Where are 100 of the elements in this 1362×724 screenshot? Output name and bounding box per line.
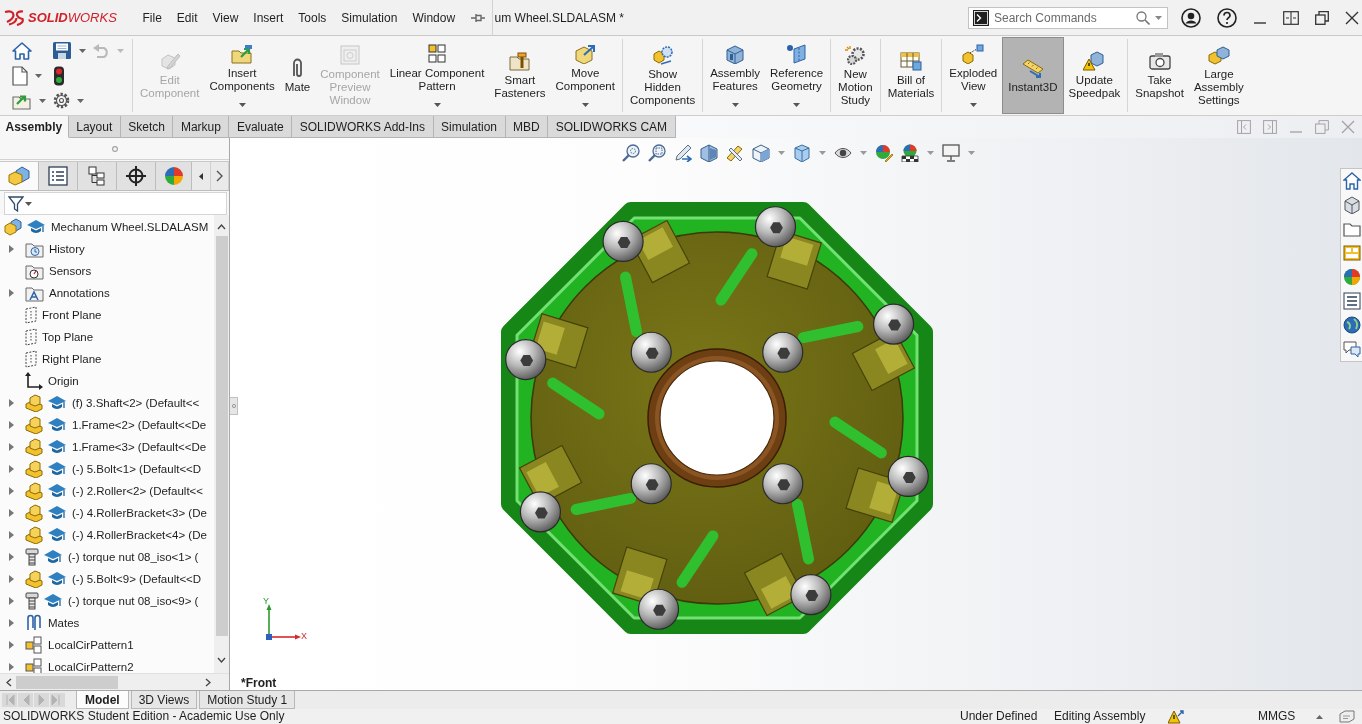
expand-arrow-icon[interactable]: [9, 575, 14, 583]
search-box[interactable]: Search Commands: [968, 6, 1168, 29]
traffic-light-icon[interactable]: [53, 65, 65, 86]
tree-item[interactable]: Right Plane: [42, 353, 102, 365]
command-tab[interactable]: MBD: [505, 116, 549, 138]
caret-down-icon[interactable]: [35, 73, 42, 78]
command-button[interactable]: Smart Fasteners: [489, 37, 551, 114]
list-icon[interactable]: [1342, 292, 1361, 310]
settings-icon[interactable]: [53, 92, 70, 109]
command-button[interactable]: Update Speedpak: [1063, 37, 1126, 114]
scroll-left-button[interactable]: [192, 162, 211, 190]
search-input[interactable]: Search Commands: [994, 8, 1131, 27]
tree-item[interactable]: History: [49, 243, 85, 255]
vertical-scrollbar[interactable]: [214, 215, 229, 673]
tree-item[interactable]: (-) 4.RollerBracket<3> (De: [72, 507, 207, 519]
splitter-handle[interactable]: [230, 397, 238, 415]
caret-down-icon[interactable]: [1155, 15, 1162, 20]
units-text[interactable]: MMGS: [1258, 709, 1296, 724]
tree-item[interactable]: Top Plane: [42, 331, 94, 343]
tree-item[interactable]: LocalCirPattern2: [48, 661, 134, 673]
expand-arrow-icon[interactable]: [9, 443, 14, 451]
expand-arrow-icon[interactable]: [9, 487, 14, 495]
command-tab[interactable]: Layout: [68, 116, 121, 138]
tree-item[interactable]: (-) 5.Bolt<1> (Default<<D: [72, 463, 202, 475]
home-icon[interactable]: [12, 41, 32, 60]
section-cube-icon[interactable]: [699, 144, 718, 162]
new-document-icon[interactable]: [12, 65, 28, 86]
expand-arrow-icon[interactable]: [9, 465, 14, 473]
pencil-arrow-icon[interactable]: [673, 144, 692, 162]
menu-item[interactable]: Simulation: [333, 10, 405, 25]
expand-arrow-icon[interactable]: [9, 421, 14, 429]
tile-icon[interactable]: [1283, 10, 1299, 25]
caret-down-icon[interactable]: [581, 103, 589, 107]
menu-item[interactable]: Insert: [245, 10, 291, 25]
search-icon[interactable]: [1136, 10, 1150, 25]
scene-ball-icon[interactable]: [900, 144, 919, 162]
expand-arrow-icon[interactable]: [9, 597, 14, 605]
caret-down-icon[interactable]: [731, 103, 739, 107]
expand-arrow-icon[interactable]: [9, 289, 14, 297]
pin-icon[interactable]: [470, 12, 485, 23]
command-tab[interactable]: Assembly: [0, 116, 69, 138]
expand-arrow-icon[interactable]: [9, 641, 14, 649]
tree-item[interactable]: (f) 3.Shaft<2> (Default<<: [72, 397, 200, 409]
command-tab[interactable]: Evaluate: [229, 116, 293, 138]
menu-item[interactable]: Window: [404, 10, 463, 25]
expand-arrow-icon[interactable]: [9, 245, 14, 253]
menu-item[interactable]: View: [205, 10, 246, 25]
command-button[interactable]: New Motion Study: [833, 37, 878, 114]
command-button[interactable]: Insert Components: [204, 37, 280, 114]
command-button[interactable]: Show Hidden Components: [624, 37, 701, 114]
menu-item[interactable]: Edit: [169, 10, 206, 25]
command-button[interactable]: Instant3D: [1002, 37, 1064, 114]
command-button[interactable]: Move Component: [550, 37, 620, 114]
caret-down-icon[interactable]: [238, 103, 246, 107]
tree-item[interactable]: Front Plane: [42, 309, 102, 321]
bottom-tab[interactable]: 3D Views: [130, 691, 198, 709]
caret-down-icon[interactable]: [969, 103, 977, 107]
expand-arrow-icon[interactable]: [9, 553, 14, 561]
monitor-icon[interactable]: [941, 144, 960, 162]
bottom-tab[interactable]: Motion Study 1: [199, 691, 296, 709]
folder-icon[interactable]: [1342, 220, 1361, 238]
tree-item[interactable]: (-) torque nut 08_iso<1> (: [68, 551, 199, 563]
cube-icon[interactable]: [1342, 196, 1361, 214]
pencil-ruler-icon[interactable]: [725, 144, 744, 162]
appearance-ball-icon[interactable]: [874, 144, 893, 162]
expand-arrow-icon[interactable]: [9, 531, 14, 539]
color-ball-icon[interactable]: [1342, 268, 1361, 286]
globe-icon[interactable]: [1342, 316, 1361, 334]
zoom-area-icon[interactable]: [647, 144, 666, 162]
command-button[interactable]: Take Snapshot: [1130, 37, 1189, 114]
command-tab[interactable]: SOLIDWORKS CAM: [548, 116, 676, 138]
caret-down-icon[interactable]: [433, 103, 441, 107]
expand-arrow-icon[interactable]: [9, 663, 14, 671]
display-cube-icon[interactable]: [792, 144, 811, 162]
tree-item[interactable]: (-) 4.RollerBracket<4> (De: [72, 529, 207, 541]
command-button[interactable]: Reference Geometry: [765, 37, 829, 114]
expand-arrow-icon[interactable]: [9, 509, 14, 517]
tree-item[interactable]: LocalCirPattern1: [48, 639, 134, 651]
command-button[interactable]: Bill of Materials: [882, 37, 940, 114]
scrollbar-thumb[interactable]: [215, 236, 228, 636]
caret-down-icon[interactable]: [25, 201, 32, 206]
command-tab[interactable]: SOLIDWORKS Add-Ins: [292, 116, 434, 138]
filter-field[interactable]: [4, 192, 227, 215]
command-button[interactable]: Linear Component Pattern: [384, 37, 490, 114]
expand-arrow-icon[interactable]: [9, 399, 14, 407]
close-icon[interactable]: [1345, 10, 1359, 25]
caret-down-icon[interactable]: [77, 98, 84, 103]
view-cube-icon[interactable]: [751, 144, 770, 162]
bottom-tab[interactable]: Model: [76, 691, 129, 709]
house-icon[interactable]: [1342, 172, 1361, 190]
tree-item[interactable]: (-) torque nut 08_iso<9> (: [68, 595, 199, 607]
command-button[interactable]: Mate: [279, 37, 316, 114]
caret-down-icon[interactable]: [79, 48, 86, 53]
restore-icon[interactable]: [1315, 10, 1329, 25]
view-palette-icon[interactable]: [1342, 244, 1361, 262]
command-button[interactable]: Large Assembly Settings: [1188, 37, 1249, 114]
menu-item[interactable]: File: [135, 10, 170, 25]
tile-right-icon[interactable]: [1263, 120, 1277, 134]
horizontal-scrollbar[interactable]: [0, 673, 229, 690]
tag-icon[interactable]: [1339, 710, 1355, 723]
